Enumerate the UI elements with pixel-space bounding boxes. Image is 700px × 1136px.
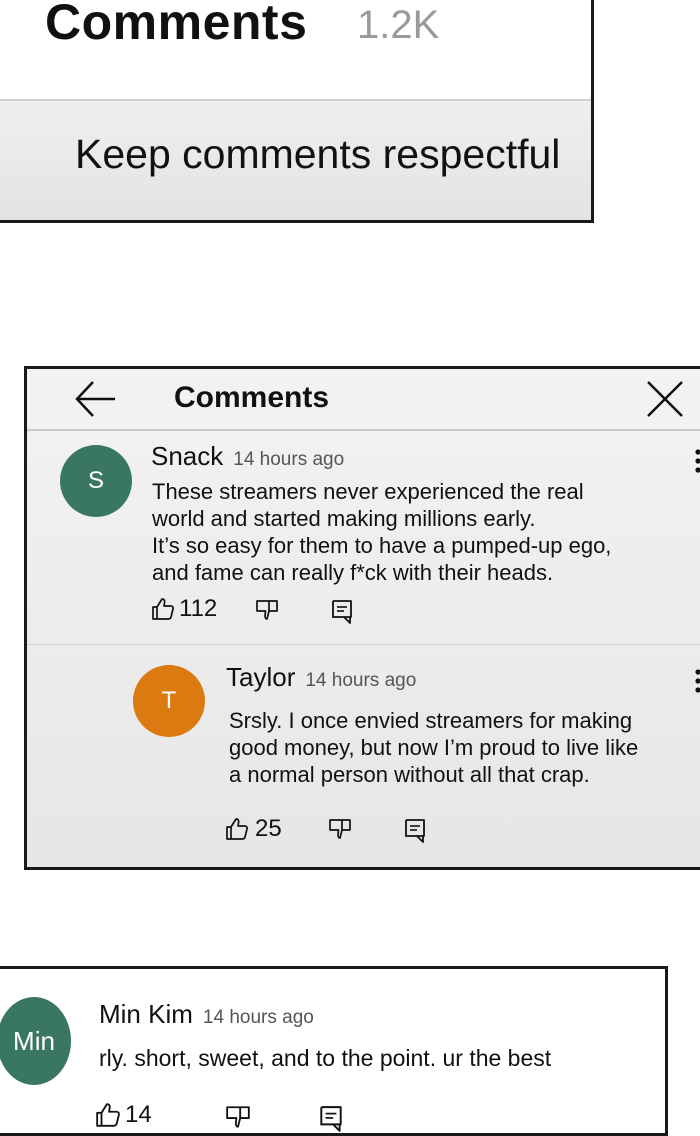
comment-time: 14 hours ago <box>233 449 345 470</box>
comment-text-line: world and started making millions early. <box>152 506 536 531</box>
thumbs-up-icon <box>96 1103 120 1127</box>
more-vertical-icon <box>695 669 700 693</box>
like-count: 14 <box>125 1101 152 1128</box>
more-options-button[interactable] <box>695 669 700 695</box>
thread-divider <box>27 429 700 431</box>
comment-header: Snack 14 hours ago <box>151 441 344 472</box>
comment-text-line: good money, but now I’m proud to live li… <box>229 735 639 760</box>
dislike-button[interactable] <box>225 1105 251 1129</box>
comment-header: Taylor 14 hours ago <box>226 662 416 693</box>
thumbs-up-icon <box>152 598 174 620</box>
comment-header: Min Kim 14 hours ago <box>99 999 314 1030</box>
comment-time: 14 hours ago <box>202 1007 314 1028</box>
more-vertical-icon <box>695 449 700 473</box>
avatar: T <box>133 665 205 737</box>
thumbs-down-icon <box>226 1106 250 1128</box>
close-button[interactable] <box>645 379 685 419</box>
reply-comment-icon <box>332 600 352 624</box>
comment-author[interactable]: Taylor <box>226 662 295 692</box>
like-count: 25 <box>255 815 282 842</box>
comment-text-line: Srsly. I once envied streamers for makin… <box>229 708 633 733</box>
avatar-letter: S <box>87 467 104 494</box>
guidelines-text: Keep comments respectful <box>75 131 561 177</box>
thumbs-up-icon <box>226 818 248 840</box>
avatar-letter: T <box>161 687 177 714</box>
avatar: Min <box>0 997 71 1085</box>
comment-author[interactable]: Snack <box>151 441 223 471</box>
comments-thread-panel: Comments S Snack 14 hours ago These strea… <box>24 366 700 870</box>
like-count: 112 <box>179 595 218 622</box>
reply-button[interactable] <box>319 1105 343 1133</box>
reply-button[interactable] <box>404 818 426 844</box>
like-button[interactable]: 14 <box>95 1101 152 1129</box>
reply-button[interactable] <box>331 599 353 625</box>
comments-title: Comments <box>45 0 308 50</box>
comments-count: 1.2K <box>357 3 440 47</box>
comment-text-line: It’s so easy for them to have a pumped-u… <box>152 533 612 558</box>
thread-title: Comments <box>174 381 330 414</box>
comment-panel: Min Min Kim 14 hours ago rly. short, swee… <box>0 966 668 1136</box>
avatar: S <box>60 445 132 517</box>
comment-time: 14 hours ago <box>305 670 417 691</box>
comment-text-line: and fame can really f*ck with their head… <box>152 560 554 585</box>
comment-text-line: rly. short, sweet, and to the point. ur … <box>99 1045 552 1071</box>
comment-author[interactable]: Min Kim <box>99 999 193 1029</box>
dislike-button[interactable] <box>255 599 279 621</box>
reply-comment-icon <box>405 819 425 843</box>
like-button[interactable]: 25 <box>225 815 282 843</box>
thumbs-down-icon <box>329 819 351 839</box>
comments-header-panel: Comments 1.2K Keep comments respectful <box>0 0 594 223</box>
more-options-button[interactable] <box>695 449 700 475</box>
close-icon <box>647 381 683 417</box>
thumbs-down-icon <box>256 600 278 620</box>
back-button[interactable] <box>73 379 117 419</box>
like-button[interactable]: 112 <box>151 595 217 623</box>
comment-divider <box>27 644 700 645</box>
reply-comment-icon <box>320 1106 342 1132</box>
arrow-left-icon <box>75 381 115 417</box>
avatar-letter: Min <box>13 1025 55 1056</box>
comments-header: Comments 1.2K <box>0 0 591 99</box>
thread-header: Comments <box>27 369 700 429</box>
dislike-button[interactable] <box>328 818 352 840</box>
comment-text-line: These streamers never experienced the re… <box>152 479 584 504</box>
comment-text-line: a normal person without all that crap. <box>229 762 590 787</box>
guidelines-banner: Keep comments respectful <box>0 101 591 220</box>
